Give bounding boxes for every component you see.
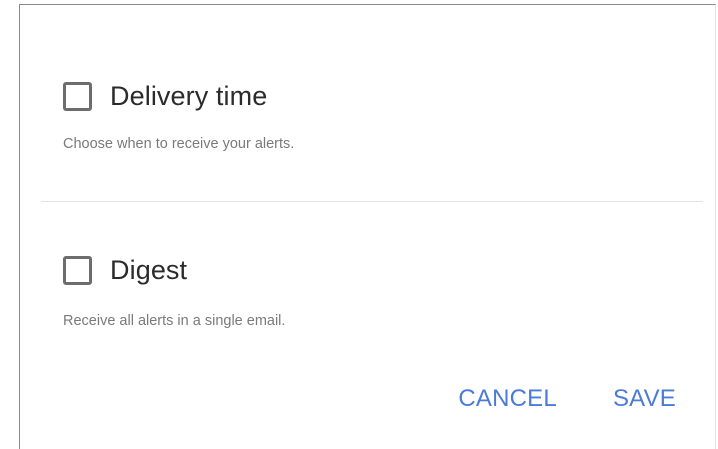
dialog-actions: CANCEL SAVE: [458, 385, 676, 413]
save-button[interactable]: SAVE: [613, 385, 676, 413]
delivery-time-option[interactable]: Delivery time: [63, 81, 267, 112]
digest-title: Digest: [110, 255, 188, 285]
delivery-time-description: Choose when to receive your alerts.: [63, 136, 295, 152]
digest-description: Receive all alerts in a single email.: [63, 313, 286, 329]
delivery-time-checkbox[interactable]: [63, 82, 92, 111]
cancel-button[interactable]: CANCEL: [458, 385, 557, 413]
delivery-time-title: Delivery time: [110, 81, 268, 111]
divider: [41, 201, 703, 202]
digest-option[interactable]: Digest: [63, 255, 187, 286]
alert-settings-dialog: Delivery time Choose when to receive you…: [19, 4, 716, 449]
digest-checkbox[interactable]: [63, 256, 92, 285]
